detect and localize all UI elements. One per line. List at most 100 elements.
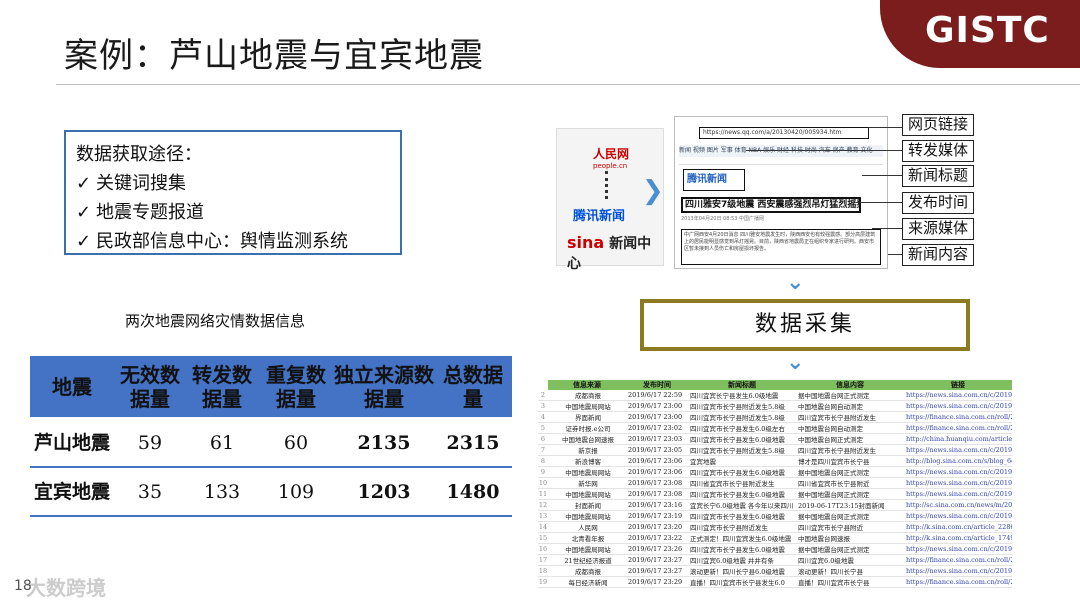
sheet-col-header: 发布时间 <box>626 380 688 390</box>
gistc-logo: GISTC <box>925 10 1050 51</box>
row-label: 宜宾地震 <box>30 467 114 517</box>
page-number: 18 <box>14 578 32 594</box>
footer-brand: 大数跨境 <box>26 576 106 600</box>
sheet-cell: 博才是四川宜宾市长宁县 <box>796 455 904 468</box>
sheet-cell: https://news.sina.com.cn/c/2019-06 <box>904 565 1012 578</box>
sheet-cell: 直播！四川宜宾市长宁县发生6.0 <box>688 576 796 589</box>
earthquake-data-table: 地震 无效数据量 转发数据量 重复数据量 独立来源数据量 总数据量 芦山地震 5… <box>30 356 512 517</box>
sheet-cell: https://news.sina.com.cn/c/2019-06 <box>904 488 1012 501</box>
connector-line <box>746 150 902 151</box>
sheet-cell: 四川宜宾市长宁县附近发生5.8级 <box>688 400 796 413</box>
sheet-row: 12 封面新闻 2019/6/17 23:16 宜宾长宁6.0级地震 各今年以来四川 2… <box>538 499 1012 512</box>
col-header: 转发数据量 <box>186 356 258 419</box>
sheet-cell: 中国地震台网正式测定 <box>796 433 904 446</box>
source-badge: 腾讯新闻 <box>683 169 745 191</box>
sheet-cell: http://sc.sina.com.cn/news/m/2019 <box>904 499 1012 512</box>
sheet-cell: 2019/6/17 23:19 <box>626 510 688 523</box>
cell-invalid: 59 <box>114 418 186 468</box>
sheet-cell: 四川宜宾市长宁县附近 <box>796 521 904 534</box>
sheet-cell: 四川宜宾长宁县发生6.0级地震 <box>688 390 796 402</box>
sheet-row-number: 15 <box>538 532 548 545</box>
sina-news-logo: sina 新闻中心 <box>567 233 652 272</box>
sheet-cell: 据中国地震台网正式测定 <box>796 466 904 479</box>
source-item: ✓ 地震专题报道 <box>76 198 390 227</box>
sheet-cell: 北青看年报 <box>548 532 626 545</box>
sheet-cell: https://news.sina.com.cn/c/2019-06 <box>904 510 1012 523</box>
cell-total: 1480 <box>434 467 512 517</box>
sheet-cell: 四川省宜宾市长宁县附近 <box>796 477 904 490</box>
sheet-cell: https://news.sina.com.cn/c/2019-06 <box>904 543 1012 556</box>
sheet-cell: 成都商报 <box>548 565 626 578</box>
sheet-cell: https://finance.sina.com.cn/roll/2 <box>904 576 1012 589</box>
sheet-row: 13 中国地震局网站 2019/6/17 23:19 四川宜宾市长宁县发生6.0级地震… <box>538 510 1012 523</box>
sheet-row-number: 7 <box>538 444 548 457</box>
sheet-row-number: 8 <box>538 455 548 468</box>
sources-heading: 数据获取途径： <box>76 144 202 165</box>
sheet-row-number: 4 <box>538 411 548 424</box>
sheet-cell: 2019/6/17 23:06 <box>626 455 688 468</box>
sheet-row-number: 17 <box>538 554 548 567</box>
sheet-cell: http://k.sina.com.cn/article_17499 <box>904 532 1012 545</box>
sheet-cell: 四川宜宾市长宁县附近发生 <box>688 521 796 534</box>
sheet-cell: 四川宜宾市长宁县发生6.0级地震 <box>688 433 796 446</box>
sheet-cell: 四川宜宾市长宁县附近发生5.8级 <box>688 444 796 457</box>
sheet-row: 11 中国地震局网站 2019/6/17 23:08 四川宜宾市长宁县发生6.0级地震… <box>538 488 1012 501</box>
sheet-cell: 直播！四川宜宾市长宁县 <box>796 576 904 589</box>
sheet-cell: 宜宾地震 <box>688 455 796 468</box>
sheet-cell: 新京报 <box>548 444 626 457</box>
source-item: ✓ 民政部信息中心：舆情监测系统 <box>76 227 390 256</box>
col-header: 独立来源数据量 <box>334 356 434 419</box>
sheet-cell: 每日经济新闻 <box>548 576 626 589</box>
sheet-cell: https://finance.sina.com.cn/roll/2 <box>904 411 1012 424</box>
sheet-header-row: 信息来源 发布时间 新闻标题 信息内容 链接 <box>538 380 1012 390</box>
sheet-cell: 据中国地震台网正式测定 <box>796 390 904 402</box>
cell-independent: 1203 <box>334 467 434 517</box>
sheet-cell: 2019/6/17 23:16 <box>626 499 688 512</box>
connector-line <box>868 127 902 128</box>
sheet-cell: 新华网 <box>548 477 626 490</box>
row-label: 芦山地震 <box>30 418 114 468</box>
sheet-col-header: 信息内容 <box>796 380 904 390</box>
sheet-cell: 2019/6/17 22:59 <box>626 390 688 402</box>
sheet-cell: 滚动更新！四川长宁县6.0级地震 <box>688 565 796 578</box>
sheet-row-number: 13 <box>538 510 548 523</box>
sheet-cell: https://news.sina.com.cn/c/2019-06 <box>904 444 1012 457</box>
sheet-row: 6 中国地震台网速报 2019/6/17 23:03 四川宜宾市长宁县发生6.0级地震… <box>538 433 1012 446</box>
sheet-cell: 2019/6/17 23:02 <box>626 422 688 435</box>
sheet-row-number: 14 <box>538 521 548 534</box>
sheet-row-number: 5 <box>538 422 548 435</box>
sheet-cell: 2019/6/17 23:22 <box>626 532 688 545</box>
sheet-cell: 中国地震局网站 <box>548 466 626 479</box>
sheet-cell: 四川宜宾市长宁县发生6.0级地震 <box>688 510 796 523</box>
sheet-row: 2 成都商报 2019/6/17 22:59 四川宜宾长宁县发生6.0级地震 据中国地震… <box>538 390 1012 402</box>
sheet-cell: 2019/6/17 23:05 <box>626 444 688 457</box>
cell-total: 2315 <box>434 418 512 468</box>
sheet-row: 7 新京报 2019/6/17 23:05 四川宜宾市长宁县附近发生5.8级 四川宜宾市… <box>538 444 1012 457</box>
cell-forward: 133 <box>186 467 258 517</box>
sheet-row: 19 每日经济新闻 2019/6/17 23:29 直播！四川宜宾市长宁县发生6.0 直… <box>538 576 1012 589</box>
sheet-cell: 四川宜宾市长宁县发生6.0级左右 <box>688 422 796 435</box>
label-news-title: 新闻标题 <box>902 165 974 187</box>
chevron-down-icon: ⌄ <box>786 350 805 375</box>
sheet-cell: https://news.sina.com.cn/c/2019-06 <box>904 390 1012 402</box>
sheet-cell: 2019/6/17 23:00 <box>626 411 688 424</box>
sheet-cell: 2019/6/17 23:29 <box>626 576 688 589</box>
sheet-row: 17 21世纪经济报道 2019/6/17 23:27 四川宜宾6.0级地震 井井有条… <box>538 554 1012 567</box>
sheet-row-number: 12 <box>538 499 548 512</box>
connector-line <box>888 254 902 255</box>
connector-line <box>862 175 902 176</box>
sheet-cell: 滚动更新！四川长宁县 <box>796 565 904 578</box>
sheet-cell: 四川宜宾市长宁县发生6.0级地震 <box>688 488 796 501</box>
sheet-cell: 2019/6/17 23:08 <box>626 488 688 501</box>
table-header-row: 地震 无效数据量 转发数据量 重复数据量 独立来源数据量 总数据量 <box>30 356 512 419</box>
webpage-screenshot: https://news.qq.com/a/20130420/005934.ht… <box>674 116 888 269</box>
sheet-cell: 2019/6/17 23:27 <box>626 565 688 578</box>
sheet-row-number: 11 <box>538 488 548 501</box>
chevron-right-icon: ❯ <box>642 176 664 206</box>
news-headline: 四川雅安7级地震 西安震感强烈吊灯猛烈摇晃 <box>681 197 861 213</box>
sheet-cell: http://blog.sina.com.cn/s/blog_6eb <box>904 455 1012 468</box>
sheet-cell: https://finance.sina.com.cn/roll/2 <box>904 554 1012 567</box>
data-collection-box: 数据采集 <box>640 299 970 351</box>
sheet-row-number: 10 <box>538 477 548 490</box>
sheet-cell: 据中国地震台网正式测定 <box>796 488 904 501</box>
